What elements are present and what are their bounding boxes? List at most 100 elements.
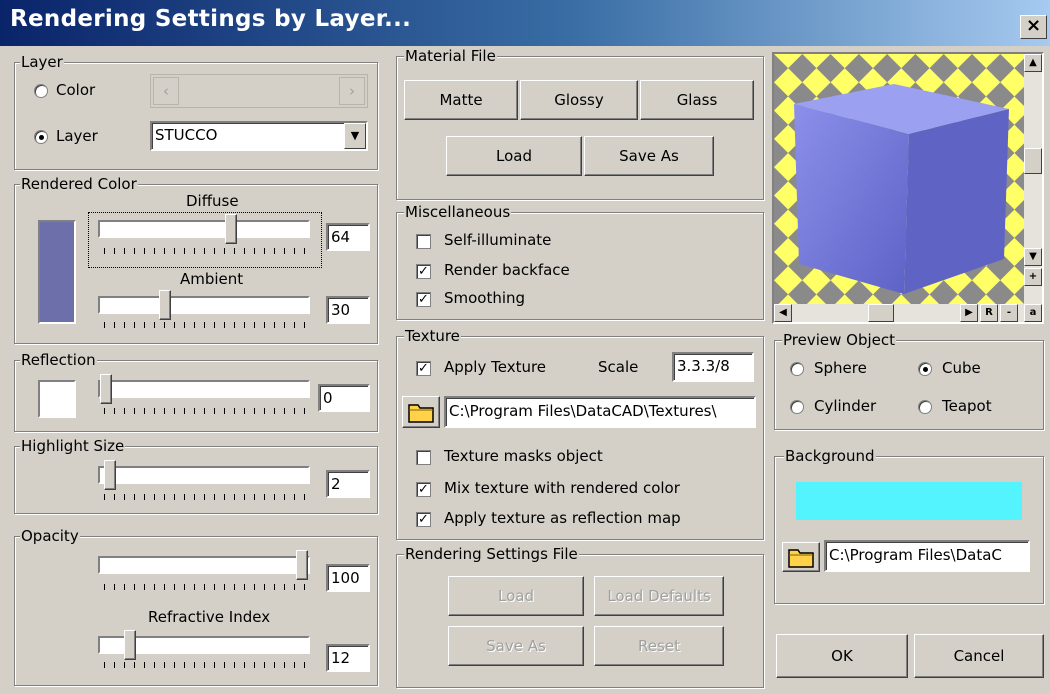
layer-radio-label: Layer bbox=[56, 127, 98, 145]
title-bar: Rendering Settings by Layer... × bbox=[0, 0, 1050, 46]
reflection-swatch[interactable] bbox=[38, 380, 76, 418]
material-save-as-button[interactable]: Save As bbox=[584, 136, 714, 176]
opacity-input[interactable]: 100 bbox=[326, 564, 370, 592]
highlight-title: Highlight Size bbox=[20, 437, 126, 455]
ambient-label: Ambient bbox=[180, 270, 244, 288]
sphere-radio[interactable] bbox=[790, 362, 804, 376]
color-scrollbar[interactable]: ‹ › bbox=[150, 74, 368, 108]
ambient-slider-thumb[interactable] bbox=[158, 290, 171, 320]
glossy-button[interactable]: Glossy bbox=[520, 80, 638, 120]
rendered-color-swatch[interactable] bbox=[38, 220, 76, 324]
diffuse-input[interactable]: 64 bbox=[326, 223, 370, 251]
glass-button[interactable]: Glass bbox=[640, 80, 754, 120]
reflection-input[interactable]: 0 bbox=[318, 384, 370, 412]
reflection-map-checkbox[interactable]: ✓ bbox=[416, 512, 431, 527]
preview-panel: ▲ ▼ + ◀ ▶ R - a bbox=[772, 52, 1044, 324]
background-title: Background bbox=[784, 447, 876, 465]
diffuse-slider-track[interactable] bbox=[98, 220, 310, 238]
material-title: Material File bbox=[404, 47, 497, 65]
layer-dropdown[interactable]: STUCCO ▼ bbox=[150, 121, 368, 151]
load-defaults-button[interactable]: Load Defaults bbox=[594, 576, 724, 616]
mix-texture-checkbox[interactable]: ✓ bbox=[416, 482, 431, 497]
color-radio-label: Color bbox=[56, 81, 96, 99]
highlight-slider-track[interactable] bbox=[98, 466, 310, 484]
opacity-slider-track[interactable] bbox=[98, 556, 310, 574]
self-illuminate-label: Self-illuminate bbox=[444, 231, 552, 249]
material-load-button[interactable]: Load bbox=[446, 136, 582, 176]
preview-viewport[interactable] bbox=[774, 54, 1024, 304]
settings-file-group bbox=[396, 554, 764, 688]
rendered-color-title: Rendered Color bbox=[20, 175, 138, 193]
background-path-input[interactable]: C:\Program Files\DataC bbox=[824, 540, 1030, 572]
cylinder-radio[interactable] bbox=[790, 400, 804, 414]
preview-object-group bbox=[774, 340, 1044, 430]
close-button[interactable]: × bbox=[1020, 15, 1047, 39]
texture-browse-button[interactable] bbox=[402, 396, 440, 428]
ambient-slider-track[interactable] bbox=[98, 296, 310, 314]
color-radio[interactable] bbox=[34, 84, 48, 98]
opacity-slider-thumb[interactable] bbox=[296, 550, 308, 580]
scale-input[interactable]: 3.3.3/8 bbox=[672, 352, 754, 382]
refractive-label: Refractive Index bbox=[148, 608, 271, 626]
settings-file-title: Rendering Settings File bbox=[404, 545, 579, 563]
reflection-slider-thumb[interactable] bbox=[100, 374, 112, 404]
reset-button[interactable]: Reset bbox=[594, 626, 724, 666]
ambient-input[interactable]: 30 bbox=[326, 296, 370, 324]
zoom-in-button[interactable]: + bbox=[1024, 268, 1042, 286]
highlight-slider-thumb[interactable] bbox=[103, 460, 116, 490]
layer-radio[interactable] bbox=[34, 130, 48, 144]
diffuse-ticks bbox=[104, 248, 306, 254]
cube-radio[interactable] bbox=[918, 362, 932, 376]
folder-icon bbox=[788, 549, 814, 568]
scroll-left-arrow-icon[interactable]: ◀ bbox=[774, 304, 792, 322]
ok-button[interactable]: OK bbox=[776, 634, 908, 678]
auto-button[interactable]: a bbox=[1024, 304, 1042, 322]
apply-texture-checkbox[interactable]: ✓ bbox=[416, 361, 431, 376]
matte-button[interactable]: Matte bbox=[404, 80, 518, 120]
material-group bbox=[396, 56, 764, 200]
scale-label: Scale bbox=[598, 358, 639, 376]
render-button[interactable]: R bbox=[980, 304, 998, 322]
smoothing-checkbox[interactable]: ✓ bbox=[416, 292, 431, 307]
highlight-ticks bbox=[104, 494, 306, 500]
texture-path-input[interactable]: C:\Program Files\DataCAD\Textures\ bbox=[444, 396, 756, 428]
self-illuminate-checkbox[interactable] bbox=[416, 234, 431, 249]
scroll-down-icon[interactable]: ▼ bbox=[1024, 248, 1042, 266]
scroll-right-icon[interactable]: › bbox=[339, 77, 365, 105]
teapot-radio[interactable] bbox=[918, 400, 932, 414]
background-color-swatch[interactable] bbox=[796, 482, 1022, 520]
background-browse-button[interactable] bbox=[782, 542, 820, 572]
reflection-ticks bbox=[104, 408, 306, 414]
ambient-ticks bbox=[104, 322, 306, 328]
layer-group-title: Layer bbox=[20, 53, 64, 71]
scroll-up-icon[interactable]: ▲ bbox=[1024, 54, 1042, 72]
cube-label: Cube bbox=[942, 359, 981, 377]
mix-texture-label: Mix texture with rendered color bbox=[444, 479, 680, 497]
zoom-out-button[interactable]: - bbox=[1000, 304, 1018, 322]
settings-load-button[interactable]: Load bbox=[448, 576, 584, 616]
render-backface-checkbox[interactable]: ✓ bbox=[416, 264, 431, 279]
scroll-left-icon[interactable]: ‹ bbox=[153, 77, 179, 105]
cube-front-face bbox=[794, 104, 909, 294]
reflection-slider-track[interactable] bbox=[98, 380, 310, 398]
diffuse-label: Diffuse bbox=[186, 192, 239, 210]
layer-dropdown-value: STUCCO bbox=[155, 126, 218, 144]
highlight-input[interactable]: 2 bbox=[326, 470, 370, 498]
apply-texture-label: Apply Texture bbox=[444, 358, 547, 376]
refractive-slider-thumb[interactable] bbox=[123, 630, 136, 660]
settings-save-as-button[interactable]: Save As bbox=[448, 626, 584, 666]
scroll-right-arrow-icon[interactable]: ▶ bbox=[960, 304, 978, 322]
cancel-button[interactable]: Cancel bbox=[914, 634, 1044, 678]
preview-vscrollbar[interactable]: ▲ ▼ + bbox=[1024, 54, 1042, 304]
refractive-ticks bbox=[104, 662, 306, 668]
preview-hscrollbar[interactable]: ◀ ▶ R - bbox=[774, 304, 1024, 322]
texture-masks-checkbox[interactable] bbox=[416, 450, 431, 465]
reflection-map-label: Apply texture as reflection map bbox=[444, 509, 681, 527]
refractive-input[interactable]: 12 bbox=[326, 644, 370, 672]
hscroll-thumb[interactable] bbox=[868, 304, 894, 322]
vscroll-thumb[interactable] bbox=[1024, 148, 1042, 174]
chevron-down-icon[interactable]: ▼ bbox=[344, 123, 366, 149]
texture-title: Texture bbox=[404, 327, 461, 345]
reflection-title: Reflection bbox=[20, 351, 97, 369]
diffuse-slider-thumb[interactable] bbox=[225, 214, 238, 244]
